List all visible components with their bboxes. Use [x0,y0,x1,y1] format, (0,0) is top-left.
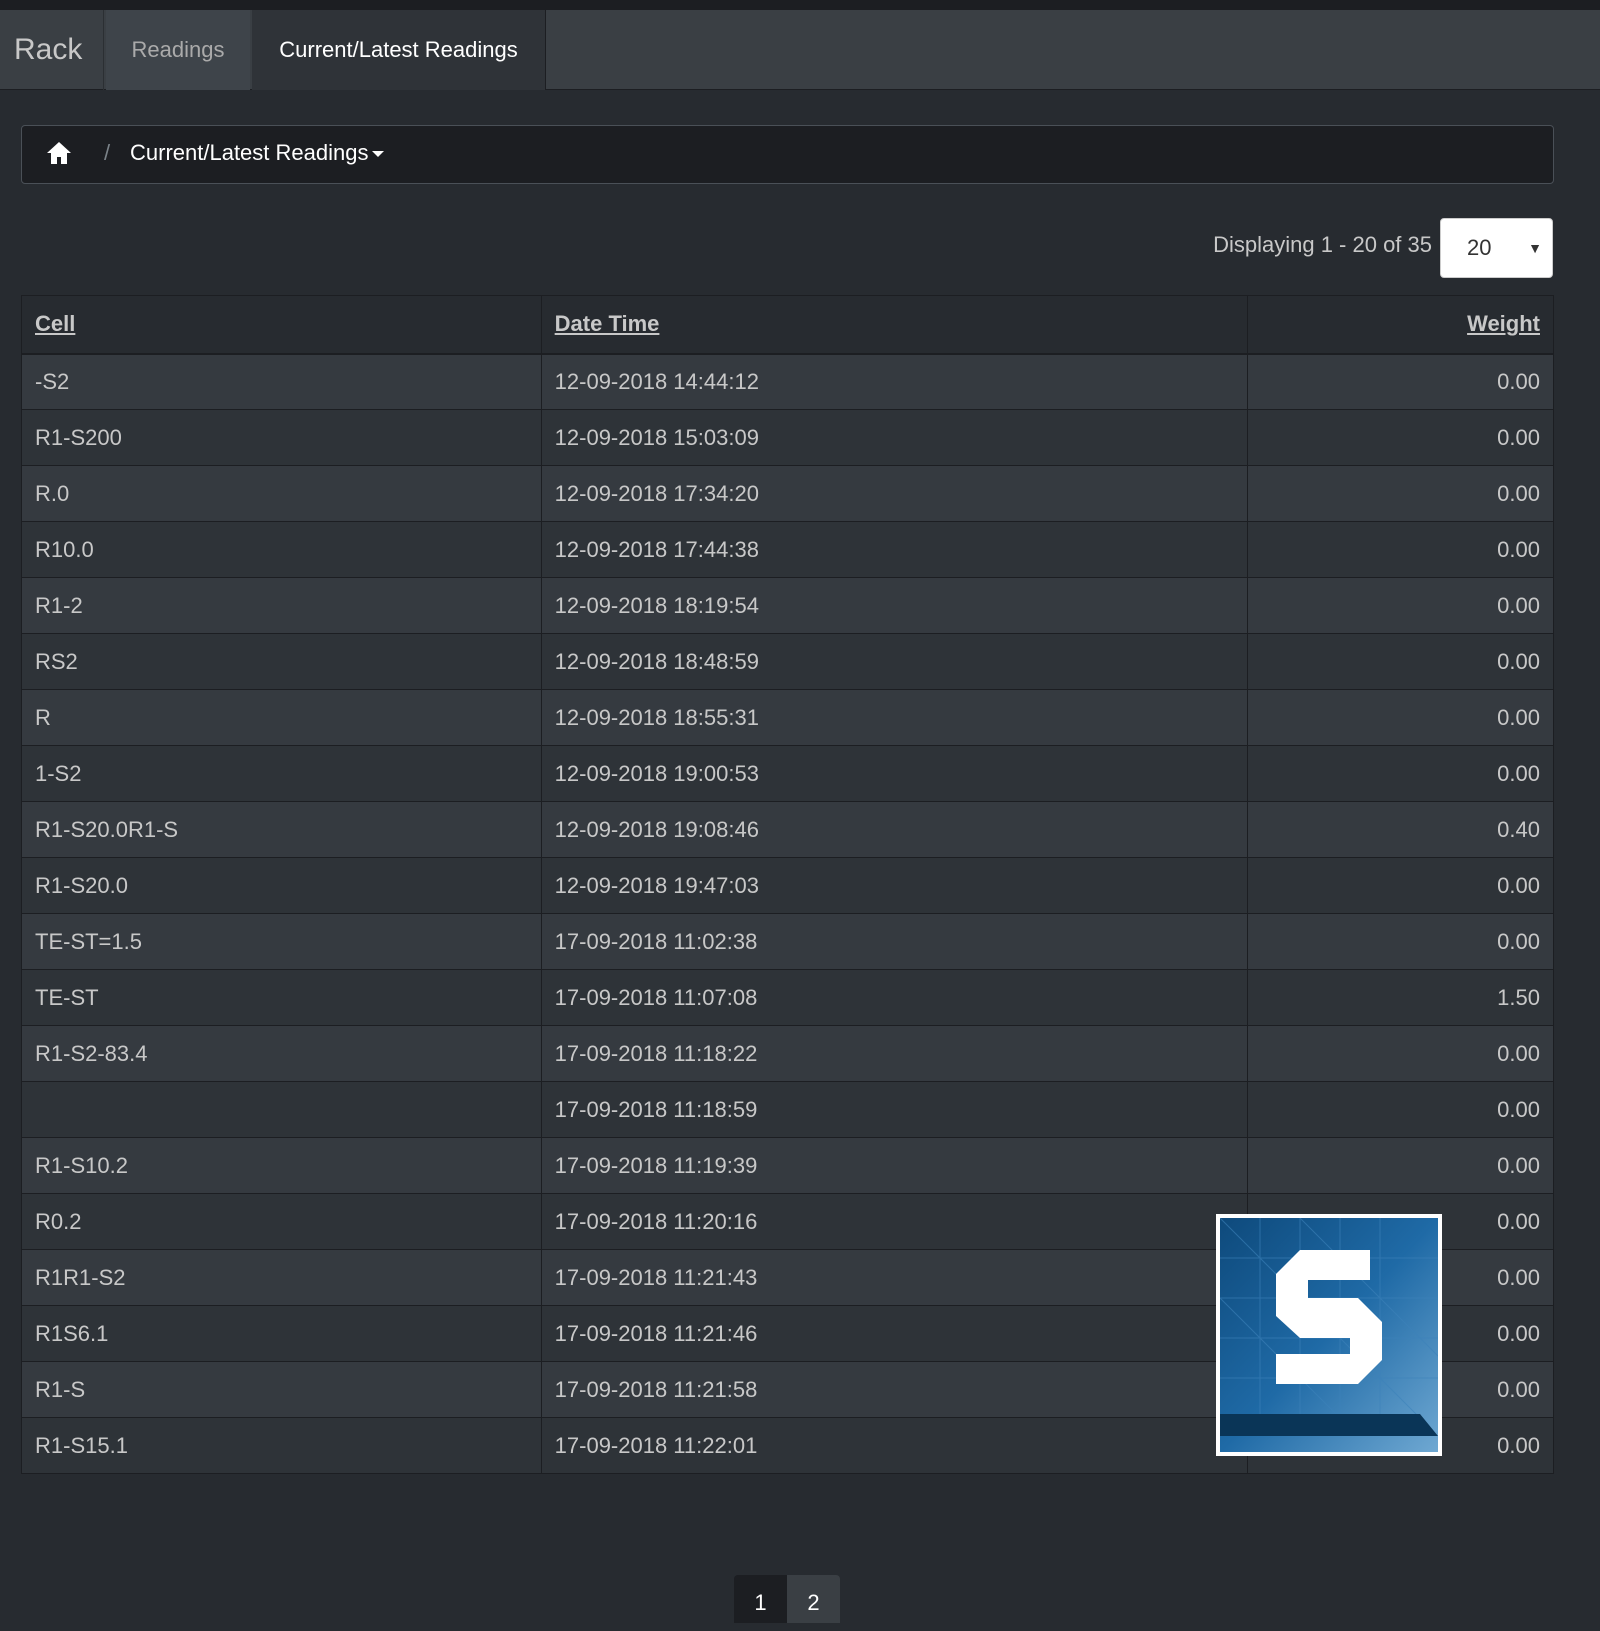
cell-name: R1-S2-83.4 [21,1025,542,1082]
cell-name: R1-S [21,1361,542,1418]
cell-date-time: 12-09-2018 19:08:46 [540,801,1249,858]
cell-weight: 1.50 [1247,969,1554,1026]
cell-date-time: 12-09-2018 19:47:03 [540,857,1249,914]
cell-name: RS2 [21,633,542,690]
cell-name [21,1081,542,1138]
brand-link[interactable]: Rack [0,10,104,90]
page-size-select[interactable]: 20 ▼ [1440,218,1553,278]
cell-weight: 0.00 [1247,521,1554,578]
table-row: R1-S200 12-09-2018 15:03:09 0.00 [21,409,1554,466]
cell-name: R1-S20.0R1-S [21,801,542,858]
table-row: R1-S2-83.4 17-09-2018 11:18:22 0.00 [21,1025,1554,1082]
table-row: RS2 12-09-2018 18:48:59 0.00 [21,633,1554,690]
cell-date-time: 17-09-2018 11:20:16 [540,1193,1249,1250]
tab-current-latest-readings[interactable]: Current/Latest Readings [252,10,546,90]
cell-date-time: 12-09-2018 19:00:53 [540,745,1249,802]
cell-weight: 0.00 [1247,633,1554,690]
cell-weight: 0.00 [1247,1137,1554,1194]
cell-name: R [21,689,542,746]
cell-name: R10.0 [21,521,542,578]
cell-name: R1-S20.0 [21,857,542,914]
caret-down-icon [372,151,385,158]
page-size-value: 20 [1467,235,1492,260]
cell-date-time: 17-09-2018 11:18:59 [540,1081,1249,1138]
cell-name: 1-S2 [21,745,542,802]
table-row: R1-S20.0R1-S 12-09-2018 19:08:46 0.40 [21,801,1554,858]
column-header-weight[interactable]: Weight [1247,295,1554,355]
snagit-logo-icon[interactable] [1216,1214,1442,1456]
cell-weight: 0.00 [1247,465,1554,522]
display-count: Displaying 1 - 20 of 35 [1213,232,1432,257]
cell-weight: 0.00 [1247,353,1554,410]
cell-date-time: 12-09-2018 18:19:54 [540,577,1249,634]
breadcrumb-dropdown[interactable]: Current/Latest Readings [110,140,385,166]
cell-date-time: 12-09-2018 17:34:20 [540,465,1249,522]
column-header-cell[interactable]: Cell [21,295,542,355]
cell-name: R.0 [21,465,542,522]
cell-date-time: 12-09-2018 15:03:09 [540,409,1249,466]
page-1-button[interactable]: 1 [734,1575,787,1623]
chevron-down-icon: ▼ [1528,240,1542,256]
cell-date-time: 17-09-2018 11:22:01 [540,1417,1249,1474]
cell-name: R1-S15.1 [21,1417,542,1474]
cell-date-time: 17-09-2018 11:19:39 [540,1137,1249,1194]
cell-date-time: 17-09-2018 11:18:22 [540,1025,1249,1082]
page-2-button[interactable]: 2 [787,1575,840,1623]
cell-name: R0.2 [21,1193,542,1250]
table-row: TE-ST=1.5 17-09-2018 11:02:38 0.00 [21,913,1554,970]
cell-weight: 0.00 [1247,577,1554,634]
cell-name: R1-2 [21,577,542,634]
cell-date-time: 17-09-2018 11:07:08 [540,969,1249,1026]
cell-date-time: 12-09-2018 18:55:31 [540,689,1249,746]
cell-name: R1-S10.2 [21,1137,542,1194]
cell-date-time: 17-09-2018 11:21:46 [540,1305,1249,1362]
cell-weight: 0.40 [1247,801,1554,858]
cell-name: TE-ST=1.5 [21,913,542,970]
table-row: R 12-09-2018 18:55:31 0.00 [21,689,1554,746]
cell-name: -S2 [21,353,542,410]
table-row: -S2 12-09-2018 14:44:12 0.00 [21,353,1554,410]
cell-weight: 0.00 [1247,1081,1554,1138]
table-row: R1-S20.0 12-09-2018 19:47:03 0.00 [21,857,1554,914]
table-row: R1-2 12-09-2018 18:19:54 0.00 [21,577,1554,634]
tab-readings[interactable]: Readings [106,10,250,90]
table-row: R.0 12-09-2018 17:34:20 0.00 [21,465,1554,522]
cell-name: R1-S200 [21,409,542,466]
table-header-row: Cell Date Time Weight [21,295,1554,355]
cell-weight: 0.00 [1247,409,1554,466]
cell-date-time: 17-09-2018 11:21:43 [540,1249,1249,1306]
cell-date-time: 12-09-2018 18:48:59 [540,633,1249,690]
table-row: TE-ST 17-09-2018 11:07:08 1.50 [21,969,1554,1026]
breadcrumb-current-label: Current/Latest Readings [130,140,369,165]
breadcrumb: / Current/Latest Readings [21,125,1554,184]
cell-weight: 0.00 [1247,1025,1554,1082]
table-row: R1-S10.2 17-09-2018 11:19:39 0.00 [21,1137,1554,1194]
cell-date-time: 12-09-2018 17:44:38 [540,521,1249,578]
column-header-date-time[interactable]: Date Time [540,295,1249,355]
cell-name: R1S6.1 [21,1305,542,1362]
cell-weight: 0.00 [1247,689,1554,746]
cell-weight: 0.00 [1247,913,1554,970]
table-row: 17-09-2018 11:18:59 0.00 [21,1081,1554,1138]
table-row: R10.0 12-09-2018 17:44:38 0.00 [21,521,1554,578]
cell-weight: 0.00 [1247,745,1554,802]
cell-name: TE-ST [21,969,542,1026]
cell-date-time: 17-09-2018 11:21:58 [540,1361,1249,1418]
cell-name: R1R1-S2 [21,1249,542,1306]
cell-weight: 0.00 [1247,857,1554,914]
home-icon[interactable] [46,140,72,166]
navbar: Rack Readings Current/Latest Readings [0,0,1600,90]
cell-date-time: 17-09-2018 11:02:38 [540,913,1249,970]
cell-date-time: 12-09-2018 14:44:12 [540,353,1249,410]
table-row: 1-S2 12-09-2018 19:00:53 0.00 [21,745,1554,802]
